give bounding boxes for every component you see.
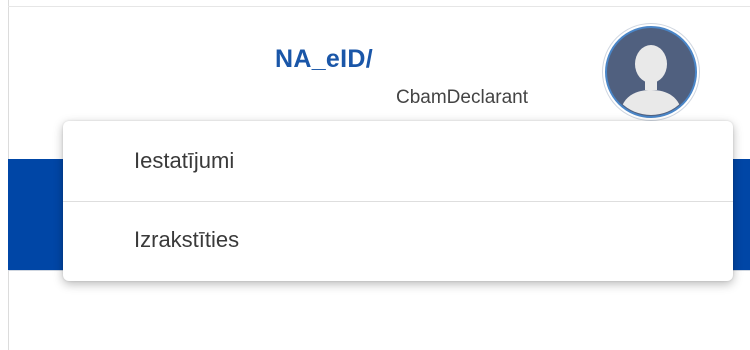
user-dropdown-menu: Iestatījumi Izrakstīties — [63, 121, 733, 281]
menu-item-settings-label: Iestatījumi — [134, 148, 235, 173]
username: NA_eID/ — [275, 45, 373, 73]
user-avatar-icon — [605, 26, 697, 118]
page: NA_eID/ CbamDeclarant Iestatījumi Izraks… — [0, 0, 750, 350]
top-border — [8, 6, 750, 7]
menu-item-settings[interactable]: Iestatījumi — [63, 121, 733, 201]
menu-item-logout[interactable]: Izrakstīties — [63, 201, 733, 281]
user-avatar-button[interactable] — [603, 24, 699, 120]
menu-item-logout-label: Izrakstīties — [134, 227, 240, 252]
user-role: CbamDeclarant — [396, 87, 528, 108]
